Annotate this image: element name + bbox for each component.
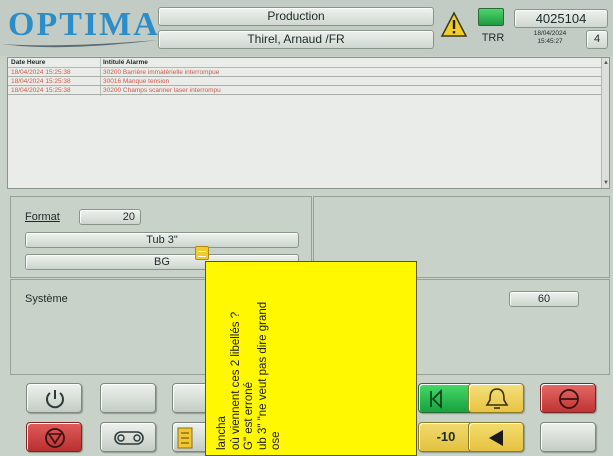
emergency-stop-button[interactable] xyxy=(26,422,82,452)
green-status-button[interactable] xyxy=(478,8,504,26)
trr-label: TRR xyxy=(481,32,505,44)
green-start-button[interactable] xyxy=(418,383,474,413)
conveyor-icon xyxy=(114,431,144,445)
col-label-header: Intitulé Alarme xyxy=(103,59,148,66)
sticky-note-text: lancha où viennent ces 2 libellés ? G" e… xyxy=(216,302,284,450)
production-field[interactable]: Production xyxy=(158,7,434,26)
minus-ten-button[interactable]: -10 xyxy=(418,422,474,452)
sticky-note-line: G" est erroné xyxy=(243,381,255,450)
power-icon xyxy=(46,390,64,409)
red-stop-button[interactable] xyxy=(540,383,596,413)
format-value-field[interactable]: 20 xyxy=(79,209,141,225)
alarm-row[interactable]: 18/04/2024 15:25:38 30200 Champs scanner… xyxy=(8,86,602,95)
product-field[interactable]: Tub 3" xyxy=(25,232,299,248)
sticky-note-line: ub 3" "ne veut pas dire grand xyxy=(256,301,269,450)
alarm-table-header: Date Heure Intitulé Alarme xyxy=(8,58,602,68)
machine-number: 4025104 xyxy=(514,9,608,28)
system-label: Système xyxy=(25,293,68,305)
date-text: 18/04/2024 xyxy=(533,30,567,37)
sticky-note-line: ose xyxy=(270,431,282,450)
blank-button[interactable] xyxy=(540,422,596,452)
no-entry-icon xyxy=(559,389,579,409)
alarm-date: 18/04/2024 15:25:38 xyxy=(11,69,71,76)
bell-button[interactable] xyxy=(468,383,524,413)
blank-button[interactable] xyxy=(100,383,156,413)
alarm-table: Date Heure Intitulé Alarme 18/04/2024 15… xyxy=(7,57,610,189)
sticky-note[interactable]: lancha où viennent ces 2 libellés ? G" e… xyxy=(205,261,417,456)
left-arrow-icon xyxy=(489,430,503,446)
sticky-note-line: où viennent ces 2 libellés ? xyxy=(229,311,242,450)
bell-icon xyxy=(485,388,509,409)
alarm-label: 30200 Champs scanner laser interrompu xyxy=(103,87,221,94)
scroll-up-icon[interactable]: ▲ xyxy=(603,60,609,66)
user-field[interactable]: Thirel, Arnaud /FR xyxy=(158,30,434,49)
alarm-date: 18/04/2024 15:25:38 xyxy=(11,78,71,85)
alarm-scrollbar[interactable]: ▲ ▼ xyxy=(601,58,609,188)
sticky-note-line: lancha xyxy=(216,416,228,450)
alarm-row[interactable]: 18/04/2024 15:25:38 30200 Barrière immat… xyxy=(8,68,602,77)
page-number[interactable]: 4 xyxy=(586,30,608,49)
datetime-display: 18/04/2024 15:45:27 xyxy=(520,30,580,46)
format-label: Format xyxy=(25,211,60,223)
alarm-row[interactable]: 18/04/2024 15:25:38 30016 Manque tension xyxy=(8,77,602,86)
header-bar: OPTIMA Production Thirel, Arnaud /FR TRR… xyxy=(0,0,613,56)
alarm-date: 18/04/2024 15:25:38 xyxy=(11,87,71,94)
back-button[interactable] xyxy=(468,422,524,452)
system-value-field[interactable]: 60 xyxy=(509,291,579,307)
scroll-down-icon[interactable]: ▼ xyxy=(603,180,609,186)
warning-icon[interactable] xyxy=(440,10,468,40)
alarm-label: 30016 Manque tension xyxy=(103,78,170,85)
col-date-header: Date Heure xyxy=(11,59,46,66)
comment-icon[interactable] xyxy=(195,246,209,260)
logo-swoosh-icon xyxy=(2,40,158,48)
time-text: 15:45:27 xyxy=(537,38,563,45)
skip-icon xyxy=(430,389,442,409)
stop-icon xyxy=(45,428,65,448)
alarm-label: 30200 Barrière immatérielle interrompue xyxy=(103,69,220,76)
conveyor-button[interactable] xyxy=(100,422,156,452)
power-button[interactable] xyxy=(26,383,82,413)
